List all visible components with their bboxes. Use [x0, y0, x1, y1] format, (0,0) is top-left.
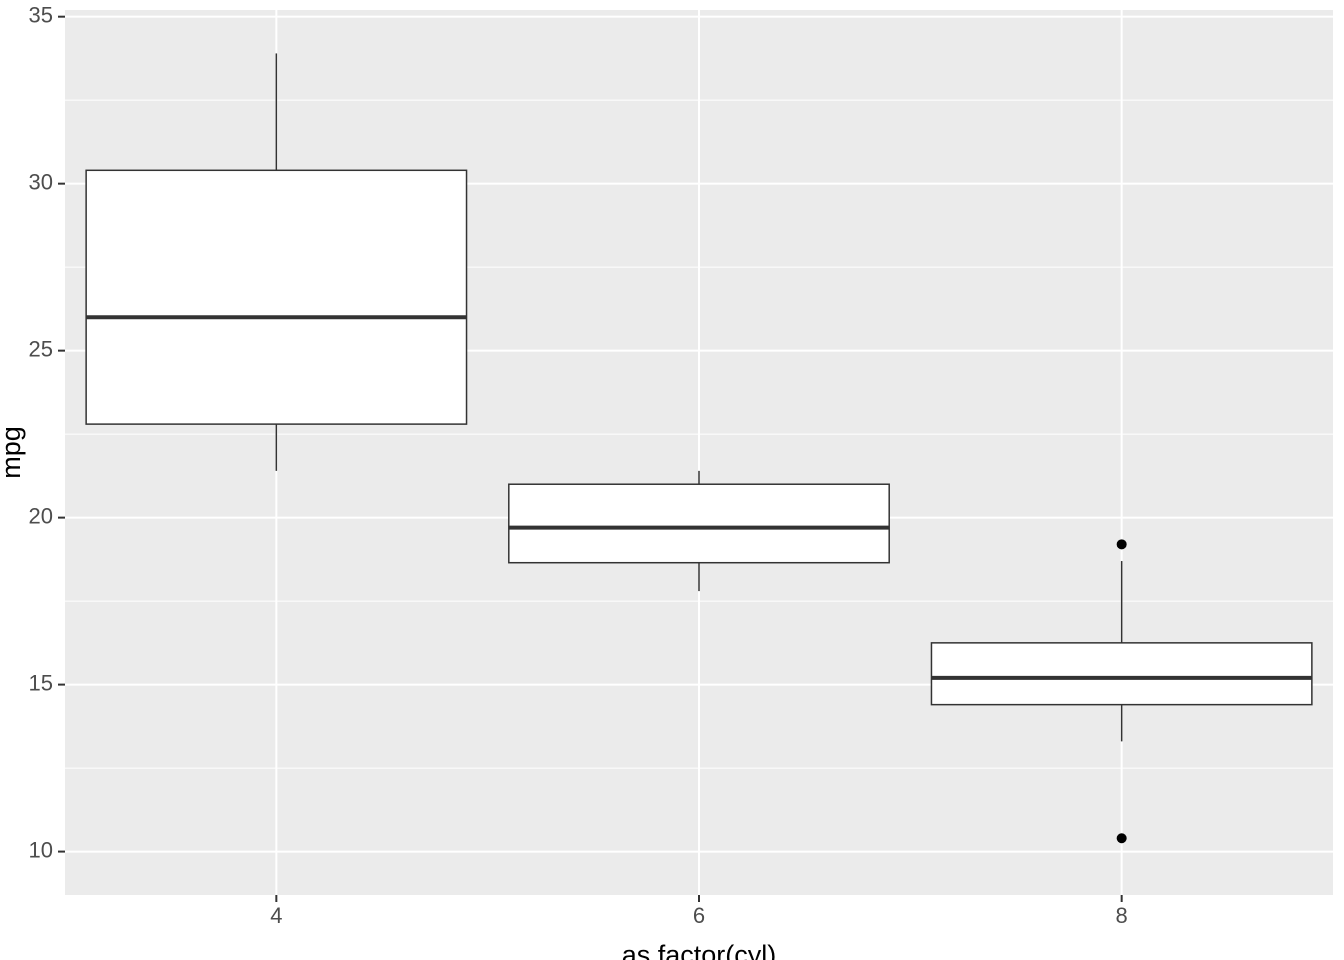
outlier — [1117, 539, 1127, 549]
y-axis-title: mpg — [0, 426, 26, 479]
y-tick-label: 10 — [29, 837, 53, 862]
y-tick-label: 20 — [29, 503, 53, 528]
y-axis: 10 15 20 25 30 35 — [29, 2, 65, 862]
y-tick-label: 35 — [29, 2, 53, 27]
y-tick-label: 30 — [29, 169, 53, 194]
x-tick-label: 8 — [1116, 903, 1128, 928]
boxplot-chart: 10 15 20 25 30 35 4 6 8 as.factor(cyl) mpg — [0, 0, 1344, 960]
outlier — [1117, 833, 1127, 843]
y-tick-label: 15 — [29, 670, 53, 695]
x-axis-title: as.factor(cyl) — [622, 940, 777, 960]
x-tick-label: 4 — [270, 903, 282, 928]
y-tick-label: 25 — [29, 336, 53, 361]
x-axis: 4 6 8 — [270, 895, 1128, 928]
x-tick-label: 6 — [693, 903, 705, 928]
